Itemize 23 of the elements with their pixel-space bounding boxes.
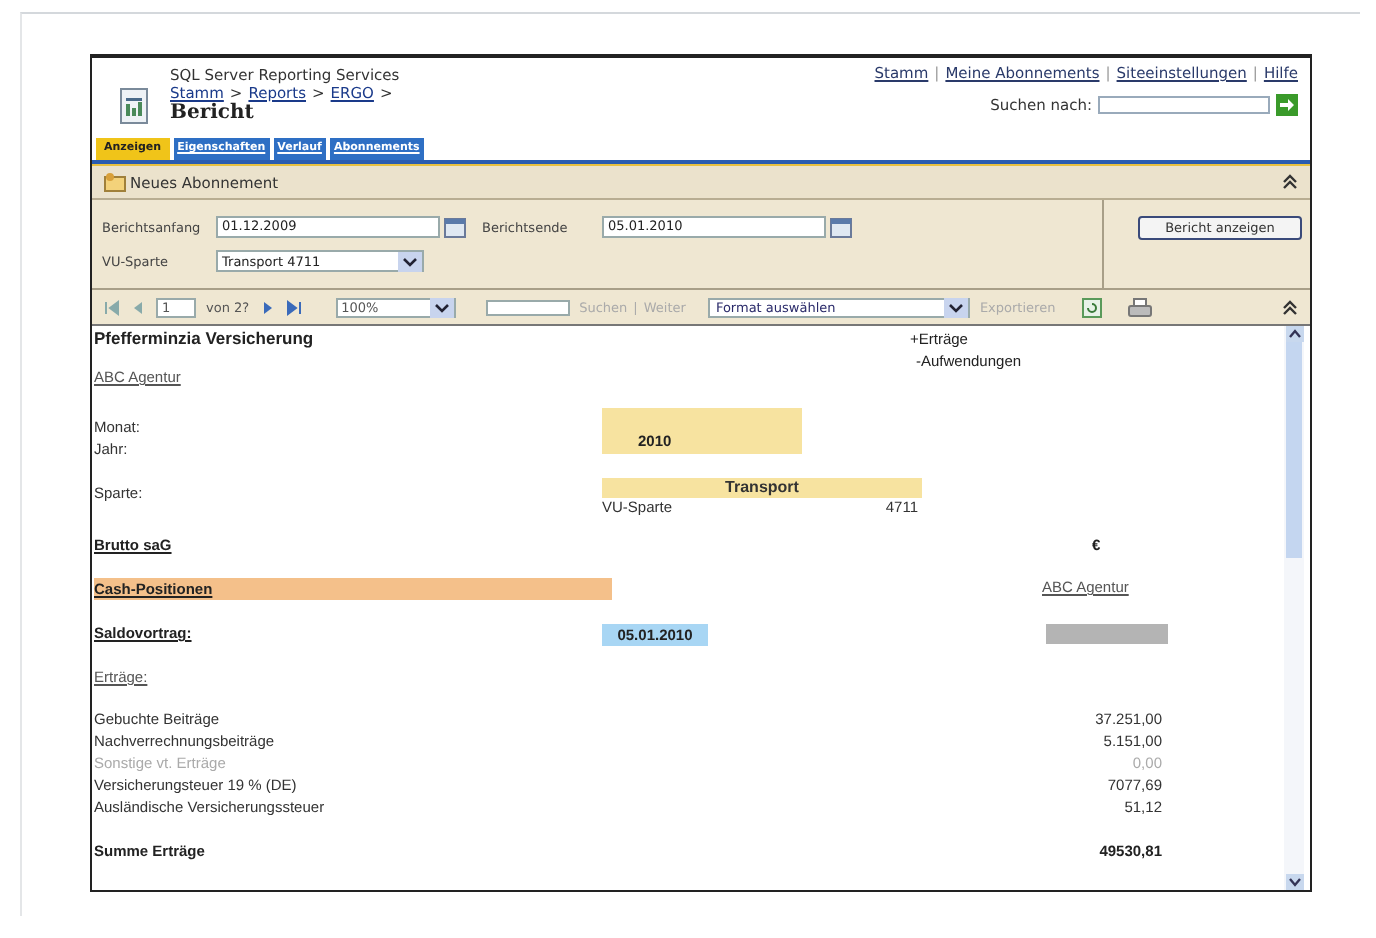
refresh-icon[interactable] <box>1081 297 1102 317</box>
value-placeholder <box>1046 624 1168 644</box>
collapse-icon[interactable] <box>1282 299 1298 315</box>
calendar-icon[interactable] <box>444 217 466 237</box>
dropdown-arrow-icon <box>398 251 422 271</box>
scroll-down-icon[interactable] <box>1285 874 1303 890</box>
search-field[interactable] <box>1098 96 1270 114</box>
go-arrow-icon[interactable] <box>1276 94 1298 116</box>
dropdown-arrow-icon <box>943 297 968 317</box>
dropdown-arrow-icon <box>429 297 454 317</box>
calendar-icon[interactable] <box>830 217 852 237</box>
last-page-icon[interactable] <box>285 299 302 315</box>
find-field[interactable] <box>485 299 570 315</box>
page-title: Bericht <box>170 102 256 124</box>
collapse-icon[interactable] <box>1282 174 1298 190</box>
report-title: Pfefferminzia Versicherung <box>94 328 316 352</box>
subscription-icon <box>104 172 126 192</box>
report-icon <box>120 88 148 124</box>
scroll-up-icon[interactable] <box>1285 326 1303 342</box>
next-page-icon[interactable] <box>259 299 276 315</box>
scrollbar[interactable] <box>1284 326 1304 890</box>
branch-value: Transport <box>602 478 922 498</box>
printer-icon[interactable] <box>1127 297 1152 317</box>
